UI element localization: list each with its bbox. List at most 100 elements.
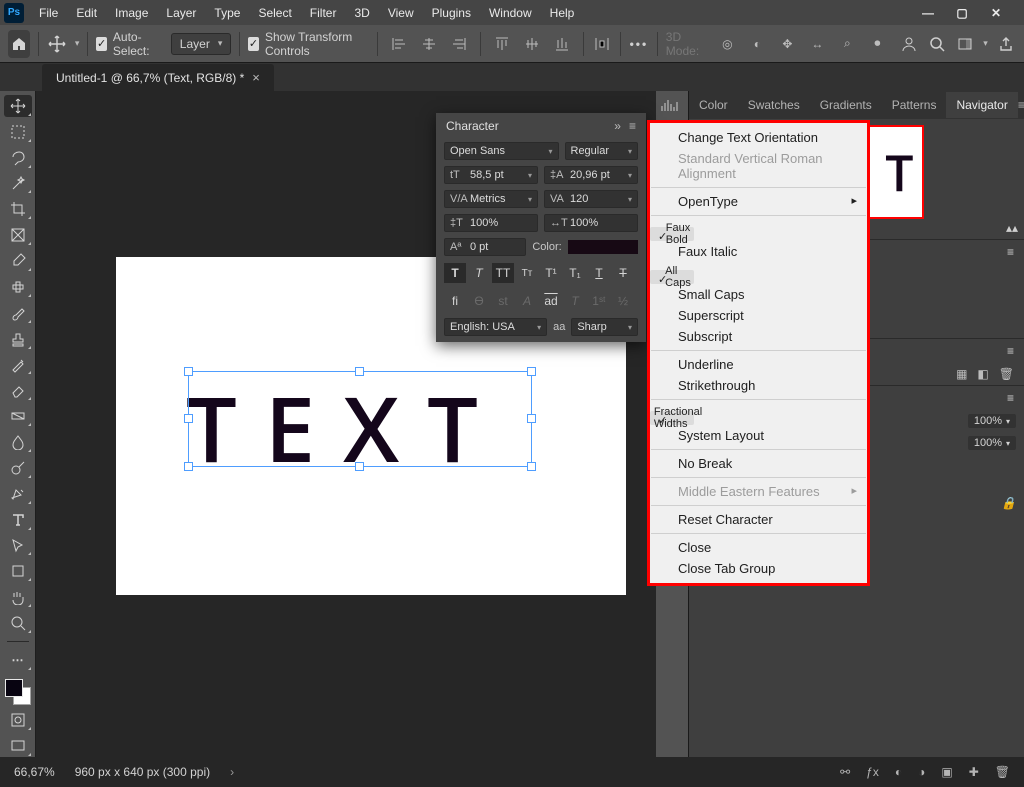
align-icon[interactable]: ▦: [956, 367, 967, 381]
align-left-icon[interactable]: [386, 31, 412, 57]
panel-menu-icon[interactable]: ≡: [1007, 344, 1014, 358]
menu-superscript[interactable]: Superscript: [650, 305, 867, 326]
align-right-icon[interactable]: [446, 31, 472, 57]
tab-swatches[interactable]: Swatches: [738, 92, 810, 118]
menu-3d[interactable]: 3D: [345, 3, 378, 23]
menu-opentype[interactable]: OpenType: [650, 191, 867, 212]
document-tab[interactable]: Untitled-1 @ 66,7% (Text, RGB/8) * ×: [42, 64, 274, 91]
dodge-tool[interactable]: [4, 457, 32, 479]
pen-tool[interactable]: [4, 483, 32, 505]
move-tool[interactable]: [4, 95, 32, 117]
histogram-icon[interactable]: [656, 91, 684, 119]
menu-underline[interactable]: Underline: [650, 354, 867, 375]
frame-tool[interactable]: [4, 224, 32, 246]
group-icon[interactable]: ▣: [941, 765, 952, 779]
kerning-field[interactable]: V/AMetrics▾: [444, 190, 538, 208]
vscale-field[interactable]: ‡T100%: [444, 214, 538, 232]
panel-menu-icon[interactable]: ≡: [1018, 98, 1024, 112]
history-brush-tool[interactable]: [4, 354, 32, 376]
blur-tool[interactable]: [4, 431, 32, 453]
crop-tool[interactable]: [4, 198, 32, 220]
ligatures-button[interactable]: fi: [444, 291, 466, 311]
healing-tool[interactable]: [4, 276, 32, 298]
transform-handle-s[interactable]: [355, 462, 364, 471]
fill-dropdown[interactable]: 100%▾: [968, 436, 1016, 450]
character-panel-header[interactable]: Character » ≡: [436, 113, 646, 139]
auto-select-checkbox[interactable]: ✓ Auto-Select:: [96, 30, 163, 58]
type-tool[interactable]: [4, 509, 32, 531]
strikethrough-button[interactable]: T: [612, 263, 634, 283]
text-color-swatch[interactable]: [568, 240, 638, 254]
cloud-user-icon[interactable]: [898, 31, 918, 57]
fx-icon[interactable]: ƒx: [866, 765, 879, 779]
tab-navigator[interactable]: Navigator: [946, 92, 1017, 118]
distribute-bottom-icon[interactable]: [549, 31, 575, 57]
show-transform-checkbox[interactable]: ✓ Show Transform Controls: [248, 30, 369, 58]
menu-type[interactable]: Type: [205, 3, 249, 23]
menu-subscript[interactable]: Subscript: [650, 326, 867, 347]
transform-handle-n[interactable]: [355, 367, 364, 376]
menu-faux-bold[interactable]: Faux Bold: [650, 227, 694, 241]
menu-plugins[interactable]: Plugins: [423, 3, 480, 23]
align-center-h-icon[interactable]: [416, 31, 442, 57]
menu-all-caps[interactable]: All Caps: [650, 270, 694, 284]
underline-button[interactable]: T: [588, 263, 610, 283]
menu-file[interactable]: File: [30, 3, 67, 23]
leading-field[interactable]: ‡A20,96 pt▾: [544, 166, 638, 184]
tab-patterns[interactable]: Patterns: [882, 92, 947, 118]
transform-bounding-box[interactable]: [188, 371, 532, 467]
share-icon[interactable]: [996, 31, 1016, 57]
navigator-zoom-slider-icon[interactable]: ▴▴: [1006, 221, 1018, 235]
menu-change-orientation[interactable]: Change Text Orientation: [650, 127, 867, 148]
gradient-tool[interactable]: [4, 405, 32, 427]
distribute-middle-icon[interactable]: [519, 31, 545, 57]
edit-toolbar-icon[interactable]: ⋯: [4, 649, 32, 671]
shape-tool[interactable]: [4, 560, 32, 582]
menu-close-tab-group[interactable]: Close Tab Group: [650, 558, 867, 579]
color-swatches[interactable]: [5, 679, 31, 706]
font-family-dropdown[interactable]: Open Sans▾: [444, 142, 559, 160]
menu-window[interactable]: Window: [480, 3, 541, 23]
marquee-tool[interactable]: [4, 121, 32, 143]
subscript-button[interactable]: T₁: [564, 263, 586, 283]
panel-flyout-icon[interactable]: ≡: [629, 119, 636, 133]
lock-icon[interactable]: 🔒: [1001, 496, 1016, 510]
chevron-right-icon[interactable]: ›: [230, 765, 234, 779]
link-layers-icon[interactable]: ⚯: [840, 765, 850, 779]
trash-icon[interactable]: 🗑: [995, 765, 1010, 779]
path-select-tool[interactable]: [4, 535, 32, 557]
bold-button[interactable]: T: [444, 263, 466, 283]
tracking-field[interactable]: VA120▾: [544, 190, 638, 208]
panel-menu-icon[interactable]: ≡: [1007, 245, 1014, 259]
superscript-button[interactable]: T¹: [540, 263, 562, 283]
menu-view[interactable]: View: [379, 3, 423, 23]
transform-handle-e[interactable]: [527, 414, 536, 423]
eyedropper-tool[interactable]: [4, 250, 32, 272]
menu-filter[interactable]: Filter: [301, 3, 346, 23]
document-info[interactable]: 960 px x 640 px (300 ppi): [75, 765, 210, 779]
menu-image[interactable]: Image: [106, 3, 157, 23]
menu-small-caps[interactable]: Small Caps: [650, 284, 867, 305]
antialias-dropdown[interactable]: Sharp▾: [571, 318, 638, 336]
transform-handle-ne[interactable]: [527, 367, 536, 376]
home-button[interactable]: [8, 30, 30, 58]
zoom-level[interactable]: 66,67%: [14, 765, 55, 779]
hscale-field[interactable]: ↔T100%: [544, 214, 638, 232]
transform-handle-sw[interactable]: [184, 462, 193, 471]
menu-no-break[interactable]: No Break: [650, 453, 867, 474]
minimize-button[interactable]: —: [920, 5, 936, 21]
font-size-field[interactable]: tT58,5 pt▾: [444, 166, 538, 184]
snapshot-icon[interactable]: ◧: [977, 367, 988, 381]
fg-color-swatch[interactable]: [5, 679, 23, 697]
workspace-icon[interactable]: [955, 31, 975, 57]
trash-icon[interactable]: 🗑: [999, 367, 1014, 381]
transform-handle-nw[interactable]: [184, 367, 193, 376]
lasso-tool[interactable]: [4, 147, 32, 169]
italic-button[interactable]: T: [468, 263, 490, 283]
search-icon[interactable]: [927, 31, 947, 57]
close-tab-icon[interactable]: ×: [252, 70, 260, 85]
adjustment-layer-icon[interactable]: ◑: [918, 765, 925, 779]
stylistic-alt-button[interactable]: ad: [540, 291, 562, 311]
transform-handle-w[interactable]: [184, 414, 193, 423]
menu-strikethrough[interactable]: Strikethrough: [650, 375, 867, 396]
